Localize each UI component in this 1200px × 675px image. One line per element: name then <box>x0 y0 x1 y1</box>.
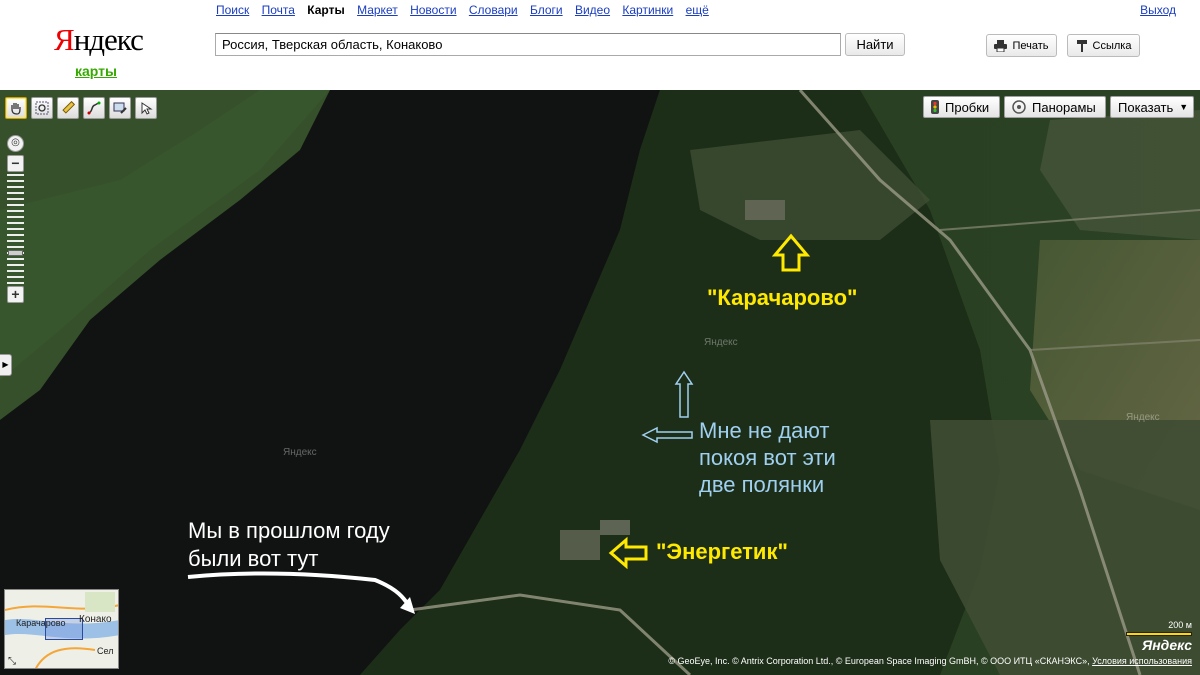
zoom-out-button[interactable]: − <box>7 155 24 172</box>
printer-icon <box>994 39 1008 52</box>
yandex-logo[interactable]: Яндекс <box>54 22 144 58</box>
minimap-label: Конако <box>79 614 112 625</box>
link-button[interactable]: Ссылка <box>1067 34 1140 57</box>
zoom-slider[interactable] <box>7 174 24 284</box>
nav-market[interactable]: Маркет <box>357 3 398 17</box>
nav-images[interactable]: Картинки <box>622 3 673 17</box>
watermark: Яндекс <box>1126 412 1160 423</box>
satellite-map[interactable]: Яндекс Яндекс Яндекс ◎ − + ▶ Пробки Пано… <box>0 90 1200 675</box>
dropdown-arrow-icon: ▼ <box>1179 102 1189 112</box>
copyright-text: © GeoEye, Inc. © Antrix Corporation Ltd.… <box>668 656 1090 666</box>
map-toolbar <box>5 97 157 119</box>
service-name-link[interactable]: карты <box>75 63 117 79</box>
label-energetik: "Энергетик" <box>656 539 788 564</box>
scale-label: 200 м <box>1168 620 1192 630</box>
print-label: Печать <box>1012 39 1049 52</box>
last-year-line-1: Мы в прошлом году <box>188 518 390 543</box>
route-icon[interactable] <box>83 97 105 119</box>
minimap-label: Сел <box>97 646 114 656</box>
compass-icon[interactable]: ◎ <box>7 135 24 152</box>
logout-link[interactable]: Выход <box>1140 3 1176 17</box>
select-icon[interactable] <box>135 97 157 119</box>
nav-news[interactable]: Новости <box>410 3 456 17</box>
nav-mail[interactable]: Почта <box>262 3 295 17</box>
traffic-light-icon <box>931 100 939 114</box>
zoom-control: ◎ − + <box>7 135 25 303</box>
panoramas-button[interactable]: Панорамы <box>1004 96 1106 118</box>
logo-first-letter: Я <box>54 22 75 57</box>
print-button[interactable]: Печать <box>986 34 1057 57</box>
ruler-icon[interactable] <box>57 97 79 119</box>
nav-blogs[interactable]: Блоги <box>530 3 563 17</box>
zoom-in-button[interactable]: + <box>7 286 24 303</box>
satellite-imagery <box>0 90 1200 675</box>
scale-line <box>1126 632 1192 636</box>
nav-more[interactable]: ещё <box>686 3 709 17</box>
clearings-line-2: покоя вот эти <box>699 445 836 470</box>
nav-maps[interactable]: Карты <box>307 3 344 17</box>
label-last-year: Мы в прошлом году были вот тут <box>188 517 390 573</box>
overview-minimap[interactable]: Карачарово Конако Сел ⤡ <box>4 589 119 669</box>
show-layers-dropdown[interactable]: Показать ▼ <box>1110 96 1194 118</box>
zoom-thumb[interactable] <box>8 250 23 256</box>
clearings-line-1: Мне не дают <box>699 418 830 443</box>
nav-search[interactable]: Поиск <box>216 3 249 17</box>
minimap-collapse-icon[interactable]: ⤡ <box>8 656 16 667</box>
expand-panel-tab[interactable]: ▶ <box>0 354 12 376</box>
map-copyright: © GeoEye, Inc. © Antrix Corporation Ltd.… <box>668 656 1192 666</box>
search-input[interactable] <box>215 33 841 56</box>
show-label: Показать <box>1118 99 1174 115</box>
nav-video[interactable]: Видео <box>575 3 610 17</box>
label-clearings: Мне не дают покоя вот эти две полянки <box>699 417 836 498</box>
services-nav: Поиск Почта Карты Маркет Новости Словари… <box>216 3 718 17</box>
traffic-button[interactable]: Пробки <box>923 96 1000 118</box>
nav-dictionaries[interactable]: Словари <box>469 3 518 17</box>
find-button[interactable]: Найти <box>845 33 905 56</box>
clearings-line-3: две полянки <box>699 472 825 497</box>
terms-of-use-link[interactable]: Условия использования <box>1092 656 1192 666</box>
header: Яндекс карты Поиск Почта Карты Маркет Но… <box>0 0 1200 90</box>
minimap-label: Карачарово <box>16 618 66 628</box>
last-year-line-2: были вот тут <box>188 546 319 571</box>
label-karacharovo: "Карачарово" <box>707 285 858 310</box>
watermark: Яндекс <box>283 447 317 458</box>
watermark: Яндекс <box>704 337 738 348</box>
magnifier-icon[interactable] <box>31 97 53 119</box>
link-label: Ссылка <box>1092 39 1132 52</box>
pin-icon <box>1076 39 1087 52</box>
logo-rest: ндекс <box>73 22 144 57</box>
traffic-label: Пробки <box>945 99 990 115</box>
map-brand-logo: Яндекс <box>1142 637 1192 653</box>
edit-icon[interactable] <box>109 97 131 119</box>
hand-icon[interactable] <box>5 97 27 119</box>
panoramas-label: Панорамы <box>1032 99 1096 115</box>
panorama-icon <box>1012 100 1026 114</box>
